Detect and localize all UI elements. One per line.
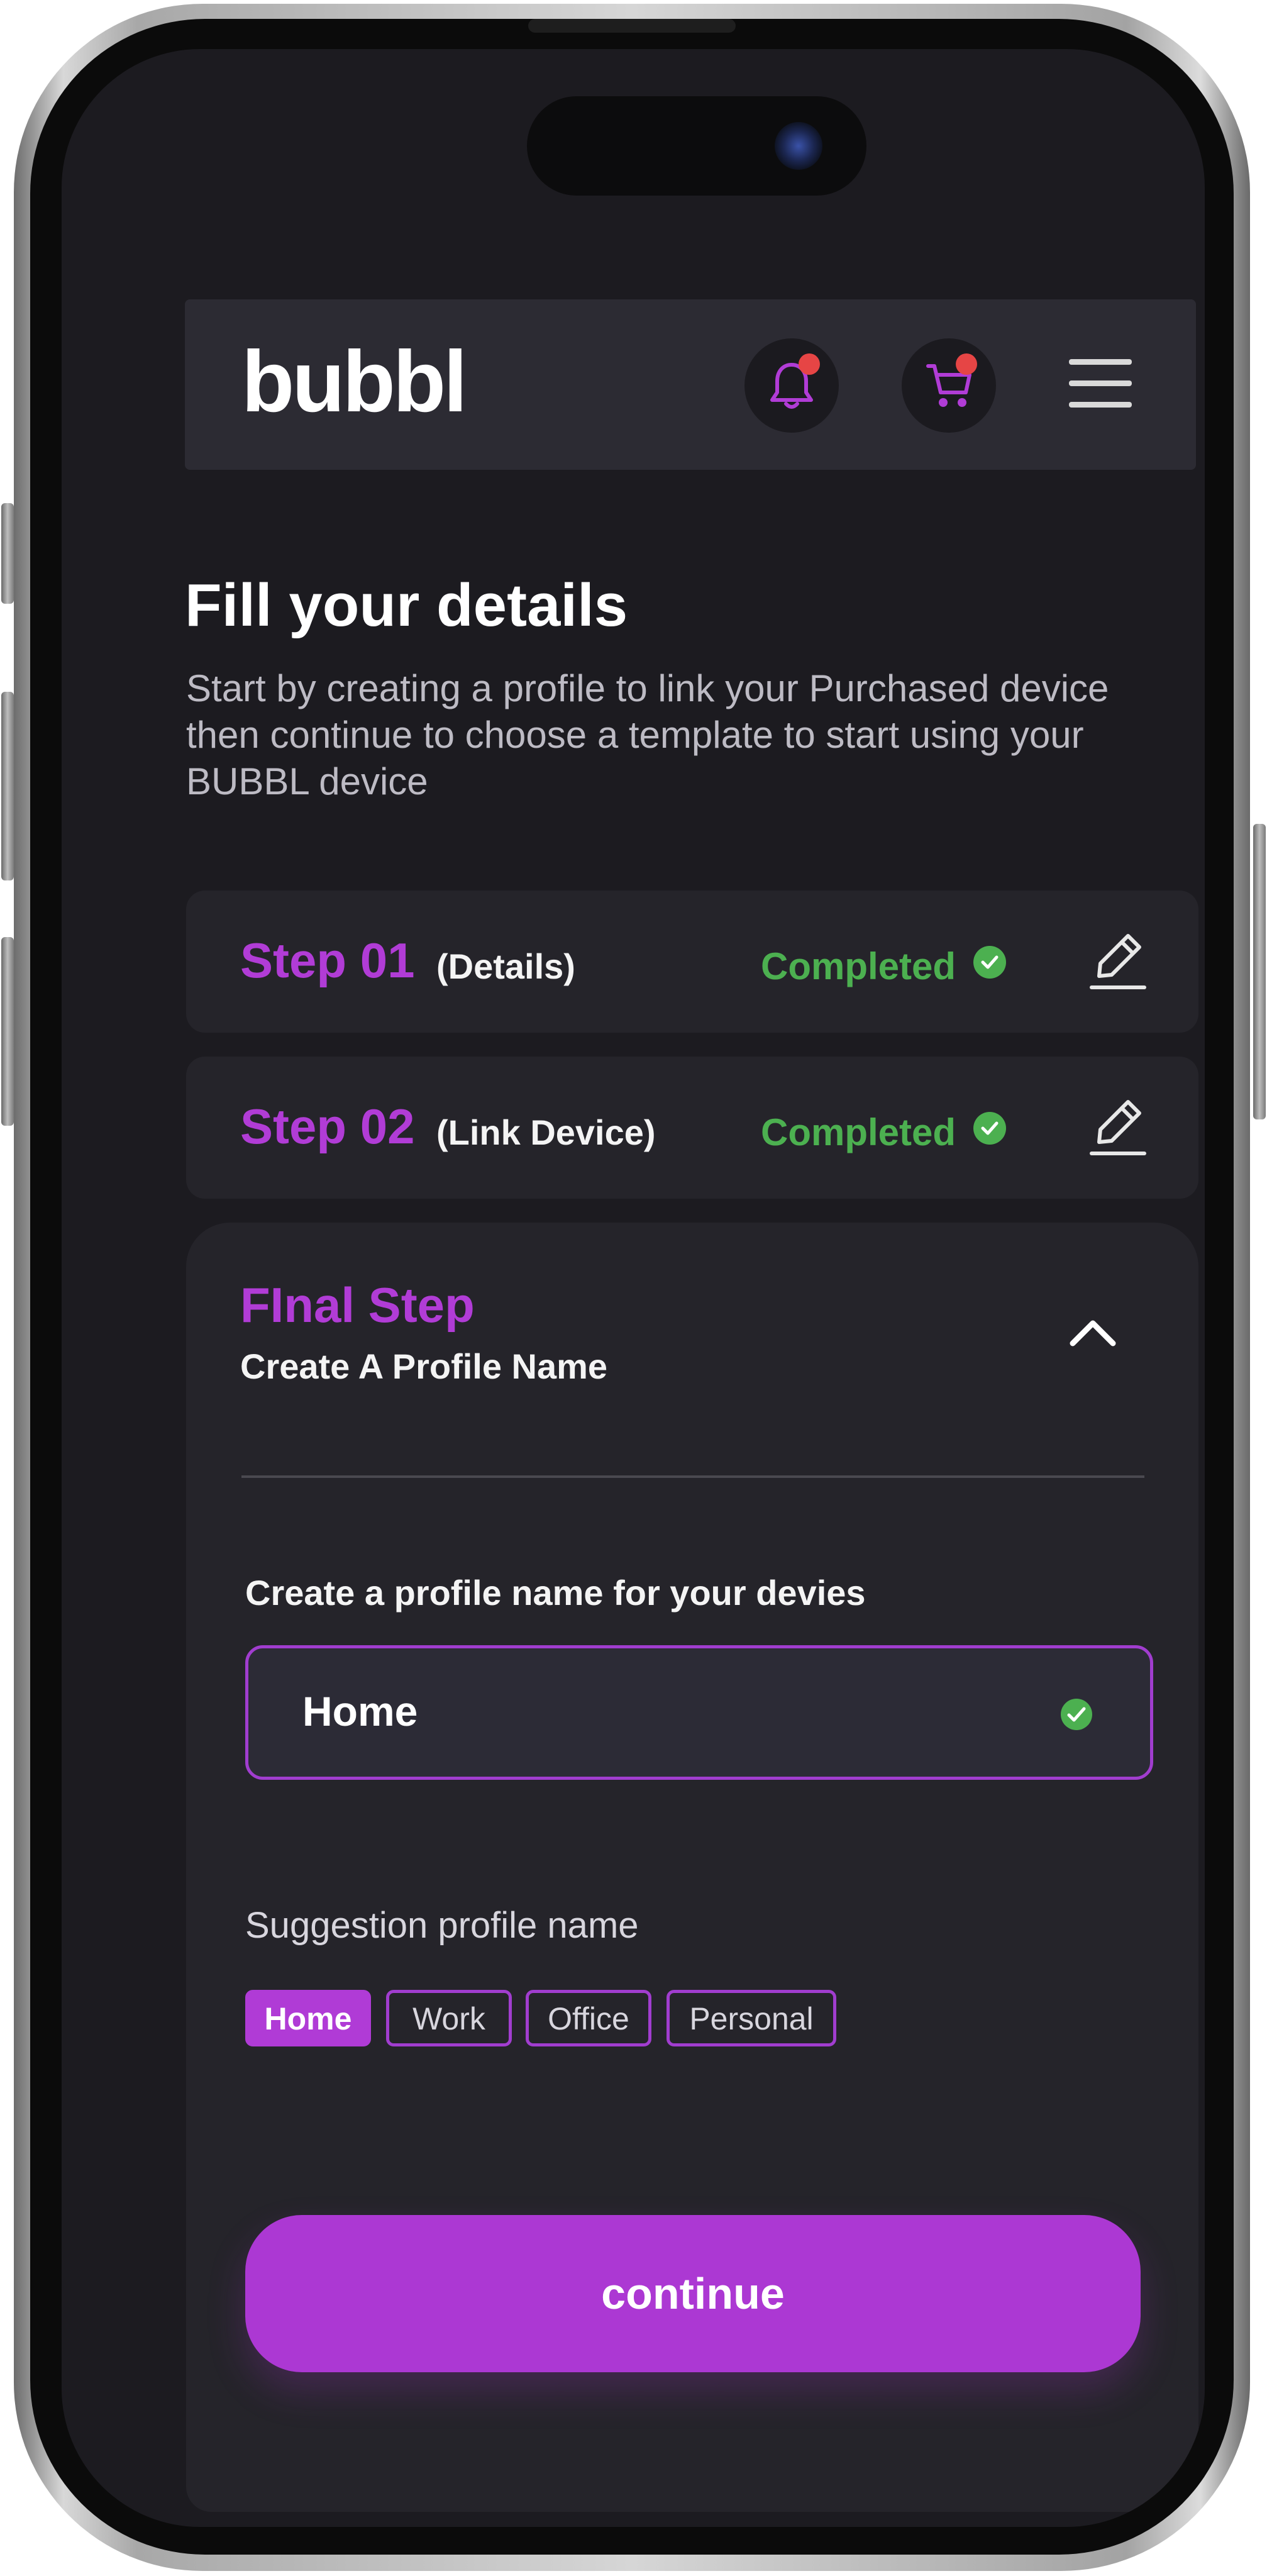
chevron-up-icon[interactable] [1064,1304,1122,1362]
suggestion-chip-home[interactable]: Home [245,1990,371,2046]
edit-icon[interactable] [1087,927,1149,997]
step-status: Completed [761,945,956,987]
profile-name-field[interactable] [245,1645,1153,1780]
divider [241,1475,1144,1478]
hamburger-menu-icon[interactable] [1069,359,1132,409]
app-header: bubbl [185,299,1196,470]
suggestion-chip-personal[interactable]: Personal [667,1990,836,2046]
step-status: Completed [761,1111,956,1153]
step-title: Step 01 [240,933,415,988]
front-camera-icon [775,122,822,170]
final-step-subtitle: Create A Profile Name [240,1346,608,1386]
bubbl-logo[interactable]: bubbl [241,333,518,430]
final-step-card: FInal Step Create A Profile Name Create … [186,1223,1198,2512]
phone-side-button [1,937,14,1126]
check-circle-icon [973,946,1006,979]
page-title: Fill your details [185,572,628,639]
phone-side-button [1,503,14,604]
final-step-title: FInal Step [240,1277,475,1333]
check-circle-icon [973,1112,1006,1145]
suggestion-chip-office[interactable]: Office [526,1990,651,2046]
edit-icon[interactable] [1087,1093,1149,1163]
notifications-button[interactable] [744,338,839,433]
step-card-link-device[interactable]: Step 02 (Link Device) Completed [186,1057,1198,1199]
svg-text:bubbl: bubbl [241,343,465,425]
profile-name-input[interactable] [302,1680,994,1743]
page-description: Start by creating a profile to link your… [186,667,1109,802]
step-subtitle: (Link Device) [436,1113,656,1152]
step-subtitle: (Details) [436,947,575,986]
notification-badge [799,353,820,375]
earpiece [528,19,736,33]
step-title: Step 02 [240,1099,415,1154]
suggestion-label: Suggestion profile name [245,1905,639,1946]
dynamic-island [527,96,866,196]
bubbl-logo-icon: bubbl [241,333,468,430]
cart-badge [956,353,977,375]
profile-name-label: Create a profile name for your devies [245,1573,866,1613]
phone-side-button [1,692,14,880]
continue-button[interactable]: continue [245,2215,1141,2372]
step-card-details[interactable]: Step 01 (Details) Completed [186,891,1198,1033]
check-circle-icon [1061,1699,1092,1730]
cart-button[interactable] [902,338,996,433]
suggestion-chip-work[interactable]: Work [386,1990,512,2046]
phone-screen: bubbl Fill your details Start by creatin… [62,49,1205,2527]
phone-side-button [1253,824,1266,1119]
